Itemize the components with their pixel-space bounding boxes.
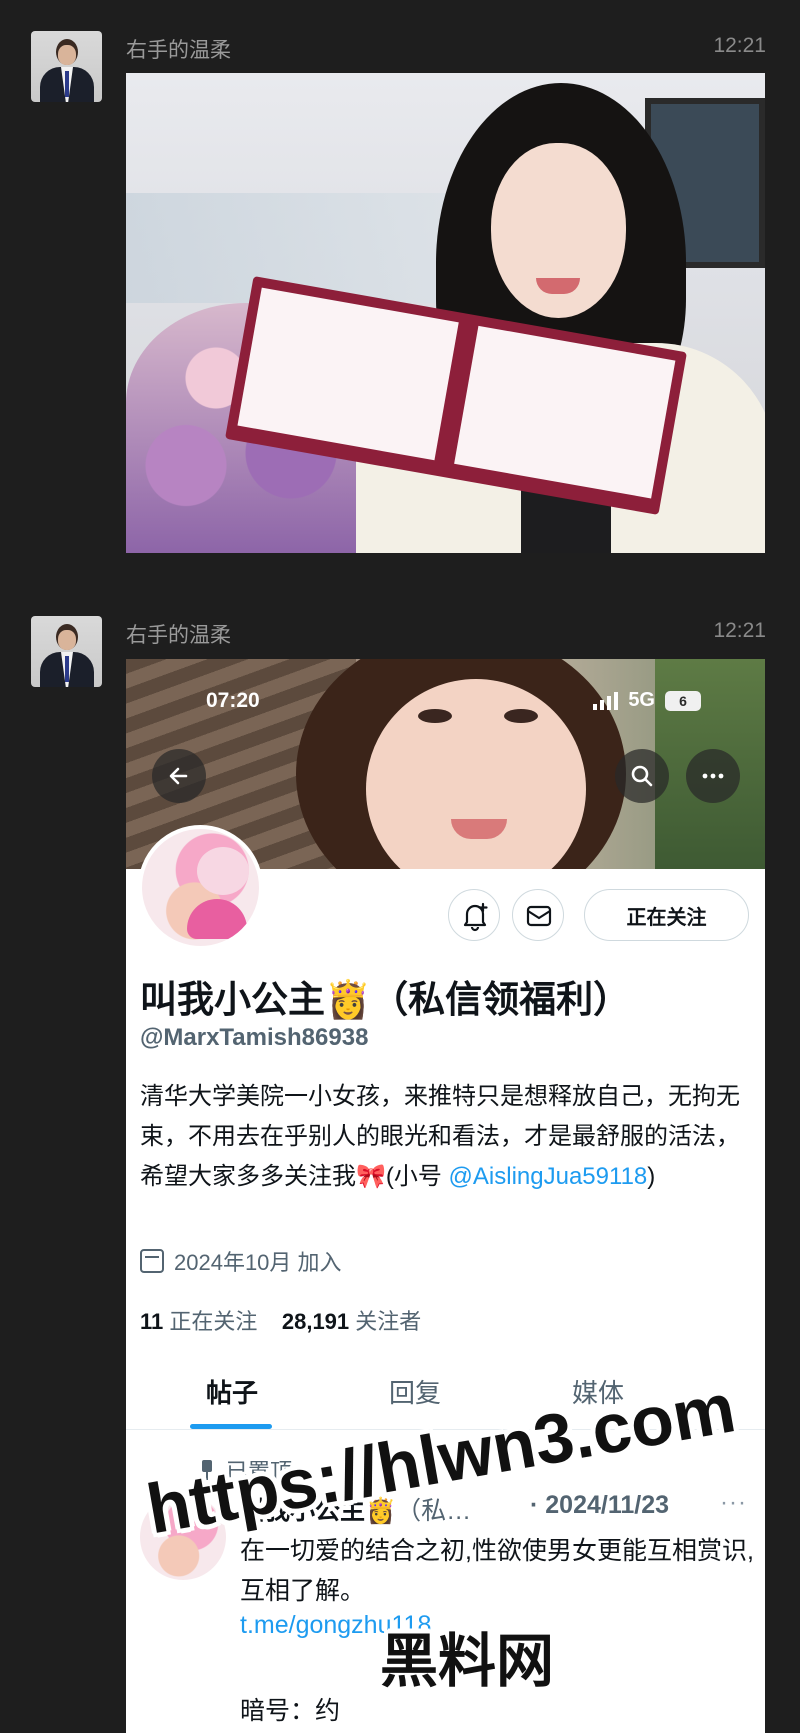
- profile-avatar[interactable]: [138, 825, 263, 950]
- profile-bio: 清华大学美院一小女孩，来推特只是想释放自己，无拘无束，不用去在乎别人的眼光和看法…: [140, 1077, 758, 1197]
- post-text-line: 暗号：约: [240, 1697, 341, 1725]
- joined-date: 2024年10月 加入: [140, 1245, 342, 1277]
- sender-name: 右手的温柔: [126, 39, 231, 62]
- joined-text: 2024年10月 加入: [174, 1250, 342, 1275]
- watermark-name: 黑料网: [380, 1629, 555, 1694]
- message-time: 12:21: [713, 619, 766, 642]
- profile-handle: @MarxTamish86938: [140, 1024, 369, 1051]
- post-text: 在一切爱的结合之初,性欲使男女更能互相赏识,互相了解。: [240, 1537, 754, 1605]
- sender-avatar[interactable]: [31, 616, 102, 687]
- post-more-icon[interactable]: ···: [720, 1489, 747, 1517]
- signal-icon: [593, 691, 619, 710]
- battery-icon: 6: [665, 690, 701, 711]
- tab-posts[interactable]: 帖子: [206, 1373, 258, 1410]
- following-count[interactable]: 11: [140, 1309, 163, 1334]
- bell-plus-icon[interactable]: [448, 889, 500, 941]
- mail-icon[interactable]: [512, 889, 564, 941]
- status-time: 07:20: [206, 689, 260, 712]
- following-button[interactable]: 正在关注: [584, 889, 749, 941]
- sender-name: 右手的温柔: [126, 624, 231, 647]
- back-arrow-icon[interactable]: [152, 749, 206, 803]
- follow-stats: 11 正在关注 28,191 关注者: [140, 1304, 421, 1336]
- following-label[interactable]: 正在关注: [169, 1309, 257, 1334]
- message-photo[interactable]: [126, 73, 765, 553]
- tab-replies[interactable]: 回复: [389, 1373, 441, 1410]
- followers-label[interactable]: 关注者: [355, 1309, 421, 1334]
- profile-display-name: 叫我小公主👸（私信领福利）: [140, 979, 631, 1020]
- post-date[interactable]: · 2024/11/23: [530, 1491, 669, 1520]
- message-screenshot[interactable]: 07:20 5G 6 正在关注 叫我小公主👸（私信领福利） @MarxTamis…: [126, 659, 765, 1733]
- bio-end: ): [647, 1163, 656, 1190]
- search-icon[interactable]: [615, 749, 669, 803]
- calendar-icon: [140, 1249, 164, 1273]
- followers-count[interactable]: 28,191: [282, 1309, 349, 1334]
- message-time: 12:21: [713, 34, 766, 57]
- chat-page: 右手的温柔 12:21 右手的温柔 12:21 07:20 5G 6 正在关注 …: [0, 0, 800, 1733]
- bio-mention-link[interactable]: @AislingJua59118: [449, 1163, 648, 1190]
- network-type: 5G: [628, 689, 655, 711]
- status-indicators: 5G 6: [593, 689, 701, 712]
- sender-avatar[interactable]: [31, 31, 102, 102]
- more-icon[interactable]: [686, 749, 740, 803]
